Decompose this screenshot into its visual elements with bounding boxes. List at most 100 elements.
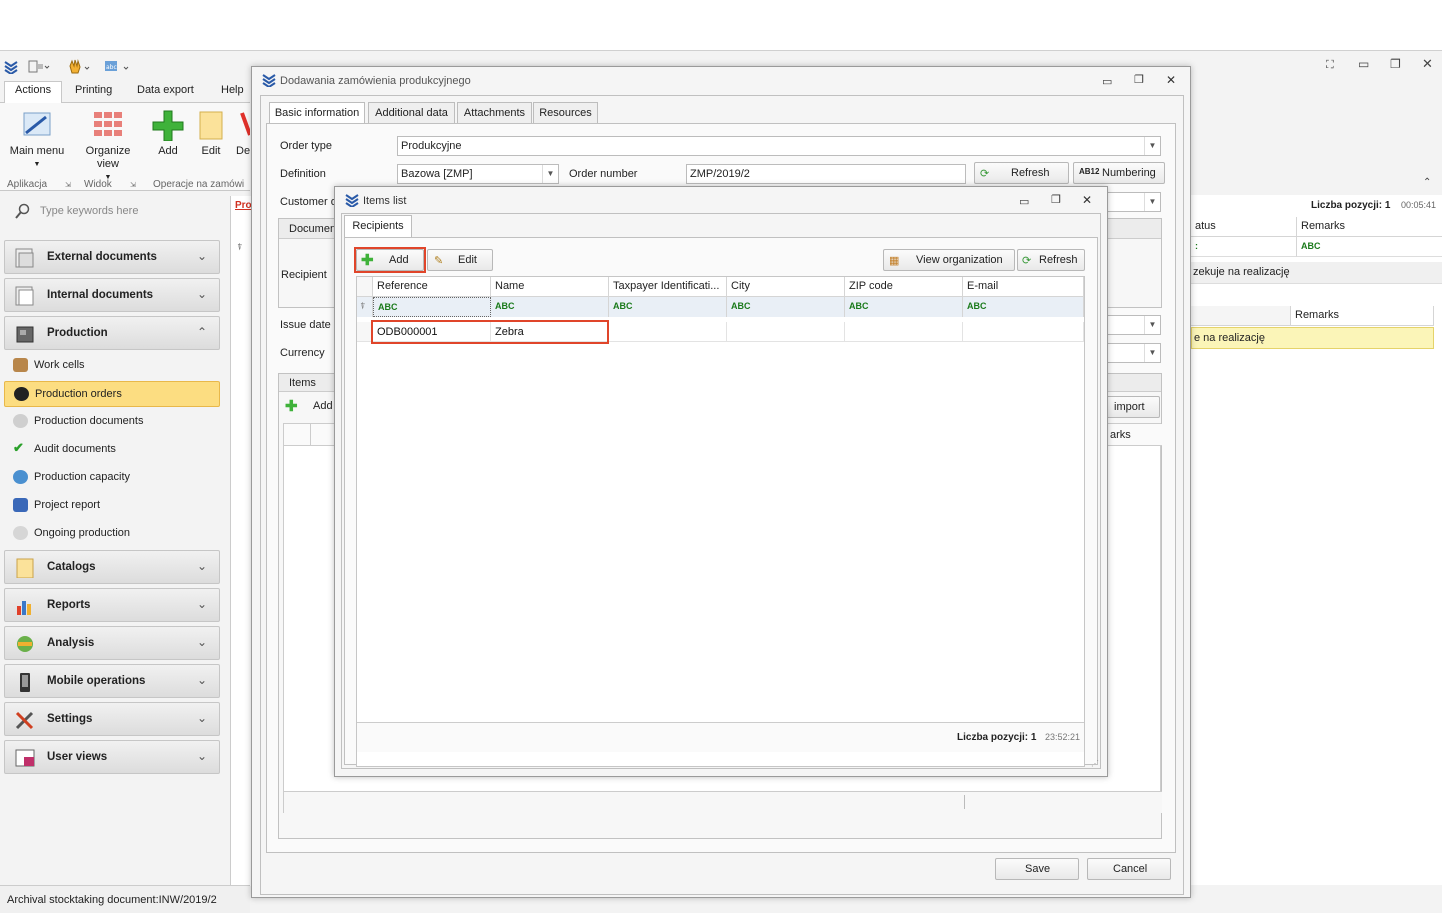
filter-zip-code[interactable]: ABC (845, 297, 963, 317)
add-button[interactable]: Add (150, 109, 186, 158)
recipients-edit-button[interactable]: ✎ Edit (427, 249, 493, 271)
nav-item-ongoing-production[interactable]: Ongoing production (4, 521, 220, 545)
order-row-status[interactable]: zekuje na realizację (1191, 262, 1442, 284)
app-logo-icon[interactable] (4, 60, 18, 74)
main-menu-button[interactable]: Main menu ▼ (6, 109, 68, 171)
cell-zip-code[interactable] (845, 322, 963, 342)
tab-resources[interactable]: Resources (533, 102, 598, 124)
column-name[interactable]: Name (491, 277, 609, 297)
tab-basic-information[interactable]: Basic information (269, 102, 365, 124)
filter-status[interactable]: : (1191, 237, 1297, 257)
import-button[interactable]: import (1105, 396, 1160, 418)
minimize-icon[interactable]: ▭ (1019, 195, 1029, 208)
column-zip-code[interactable]: ZIP code (845, 277, 963, 297)
items-grid-col[interactable] (310, 424, 336, 446)
cancel-button[interactable]: Cancel (1087, 858, 1171, 880)
tab-data-export[interactable]: Data export (137, 84, 194, 96)
tab-help[interactable]: Help (221, 84, 244, 96)
items-grid-footer (284, 791, 1162, 813)
cell-email[interactable] (963, 322, 1084, 342)
organize-view-button[interactable]: Organize view ▼ (82, 109, 134, 184)
nav-group-analysis[interactable]: Analysis ⌄ (4, 626, 220, 660)
nav-group-label: Mobile operations (47, 675, 146, 687)
document-tab[interactable]: Document (289, 223, 339, 235)
production-orders-tab[interactable]: Pro (235, 200, 252, 211)
nav-item-production-orders[interactable]: Production orders (4, 381, 220, 407)
fullscreen-icon[interactable]: ⛶ (1326, 59, 1334, 72)
column-status[interactable]: atus (1191, 217, 1297, 237)
filter-reference[interactable]: ABC (373, 297, 491, 317)
filter-taxpayer-id[interactable]: ABC (609, 297, 727, 317)
tab-attachments[interactable]: Attachments (457, 102, 532, 124)
selected-row[interactable]: e na realizację (1191, 327, 1434, 349)
currency-select[interactable]: ▼ (1107, 343, 1161, 363)
nav-group-catalogs[interactable]: Catalogs ⌄ (4, 550, 220, 584)
column-email[interactable]: E-mail (963, 277, 1084, 297)
items-add-button[interactable]: ✚ Add (283, 396, 337, 418)
group-launcher-icon[interactable]: ⇲ (130, 181, 136, 189)
restore-icon[interactable]: ❐ (1134, 73, 1144, 86)
cell-taxpayer-id[interactable] (609, 322, 727, 342)
close-icon[interactable]: ✕ (1422, 56, 1433, 72)
nav-group-external-documents[interactable]: External documents ⌄ (4, 240, 220, 274)
search-icon (15, 203, 30, 219)
customer-select[interactable]: ▼ (1107, 192, 1161, 212)
recipients-edit-label: Edit (458, 254, 477, 266)
column-reference[interactable]: Reference (373, 277, 491, 297)
save-button[interactable]: Save (995, 858, 1079, 880)
tab-additional-data[interactable]: Additional data (368, 102, 455, 124)
nav-group-production[interactable]: Production ⌃ (4, 316, 220, 350)
column-city[interactable]: City (727, 277, 845, 297)
collapse-ribbon-icon[interactable]: ⌃ (1423, 177, 1431, 188)
delete-button[interactable]: De (236, 109, 250, 158)
tab-recipients[interactable]: Recipients (344, 215, 412, 238)
nav-group-mobile-operations[interactable]: Mobile operations ⌄ (4, 664, 220, 698)
definition-select[interactable]: Bazowa [ZMP] ▼ (397, 164, 559, 184)
column-blank[interactable] (1191, 306, 1291, 326)
column-remarks[interactable]: Remarks (1291, 306, 1434, 326)
filter-name[interactable]: ABC (491, 297, 609, 317)
refresh-button[interactable]: ⟳ Refresh (974, 162, 1069, 184)
view-organization-button[interactable]: ▦ View organization (883, 249, 1015, 271)
minimize-icon[interactable]: ▭ (1358, 57, 1369, 71)
group-launcher-icon[interactable]: ⇲ (65, 181, 71, 189)
tab-printing[interactable]: Printing (75, 84, 112, 96)
status-bar: Archival stocktaking document:INW/2019/2 (0, 885, 250, 913)
cell-city[interactable] (727, 322, 845, 342)
nav-item-production-capacity[interactable]: Production capacity (4, 465, 220, 489)
order-type-select[interactable]: Produkcyjne ▼ (397, 136, 1161, 156)
recipients-refresh-button[interactable]: ⟳ Refresh (1017, 249, 1085, 271)
tab-actions[interactable]: Actions (15, 84, 51, 96)
nav-item-audit-documents[interactable]: ✔ Audit documents (4, 437, 220, 461)
tools-icon (15, 711, 34, 730)
nav-item-production-documents[interactable]: Production documents (4, 409, 220, 433)
issue-date-input[interactable]: ▼ (1107, 315, 1161, 335)
close-icon[interactable]: ✕ (1082, 193, 1092, 207)
minimize-icon[interactable]: ▭ (1102, 75, 1112, 88)
nav-group-user-views[interactable]: User views ⌄ (4, 740, 220, 774)
filter-city[interactable]: ABC (727, 297, 845, 317)
filter-email[interactable]: ABC (963, 297, 1084, 317)
nav-item-work-cells[interactable]: Work cells (4, 353, 220, 377)
resize-grip-icon[interactable]: ⋰ (1091, 759, 1099, 768)
items-add-label: Add (313, 400, 333, 412)
edit-button[interactable]: Edit (194, 109, 228, 158)
numbering-button[interactable]: AB12 Numbering (1073, 162, 1165, 184)
nav-group-internal-documents[interactable]: Internal documents ⌄ (4, 278, 220, 312)
filter-remarks[interactable]: ABC (1297, 237, 1442, 257)
close-icon[interactable]: ✕ (1166, 73, 1176, 87)
customer-label: Customer o (280, 196, 337, 208)
abc-settings-icon[interactable]: abc (102, 58, 130, 76)
layout-icon[interactable] (28, 59, 50, 75)
restore-icon[interactable]: ❐ (1390, 57, 1401, 71)
hand-tool-icon[interactable] (66, 58, 90, 76)
order-number-input[interactable]: ZMP/2019/2 (686, 164, 966, 184)
column-taxpayer-id[interactable]: Taxpayer Identificati... (609, 277, 727, 297)
restore-icon[interactable]: ❐ (1051, 193, 1061, 206)
column-remarks[interactable]: Remarks (1297, 217, 1442, 237)
nav-group-settings[interactable]: Settings ⌄ (4, 702, 220, 736)
nav-group-reports[interactable]: Reports ⌄ (4, 588, 220, 622)
nav-search[interactable]: Type keywords here (8, 201, 218, 223)
items-col-remarks[interactable]: arks (1110, 429, 1131, 441)
nav-item-project-report[interactable]: Project report (4, 493, 220, 517)
